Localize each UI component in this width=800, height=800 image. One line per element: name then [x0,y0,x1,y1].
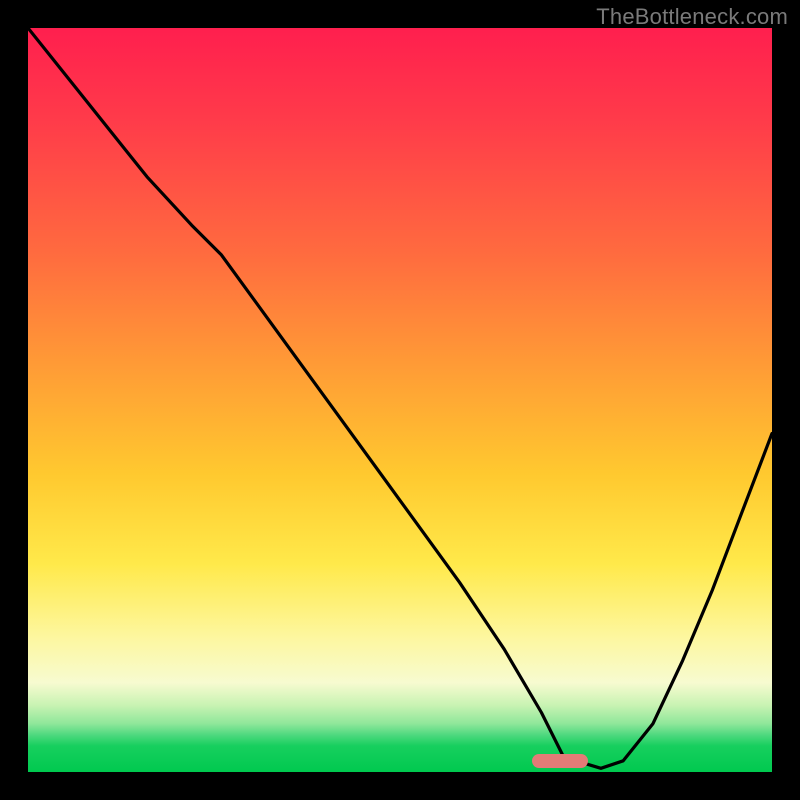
chart-curve-path [28,28,772,768]
chart-curve-svg [28,28,772,772]
chart-frame [28,28,772,772]
watermark-text: TheBottleneck.com [596,4,788,30]
optimum-marker [532,754,588,768]
